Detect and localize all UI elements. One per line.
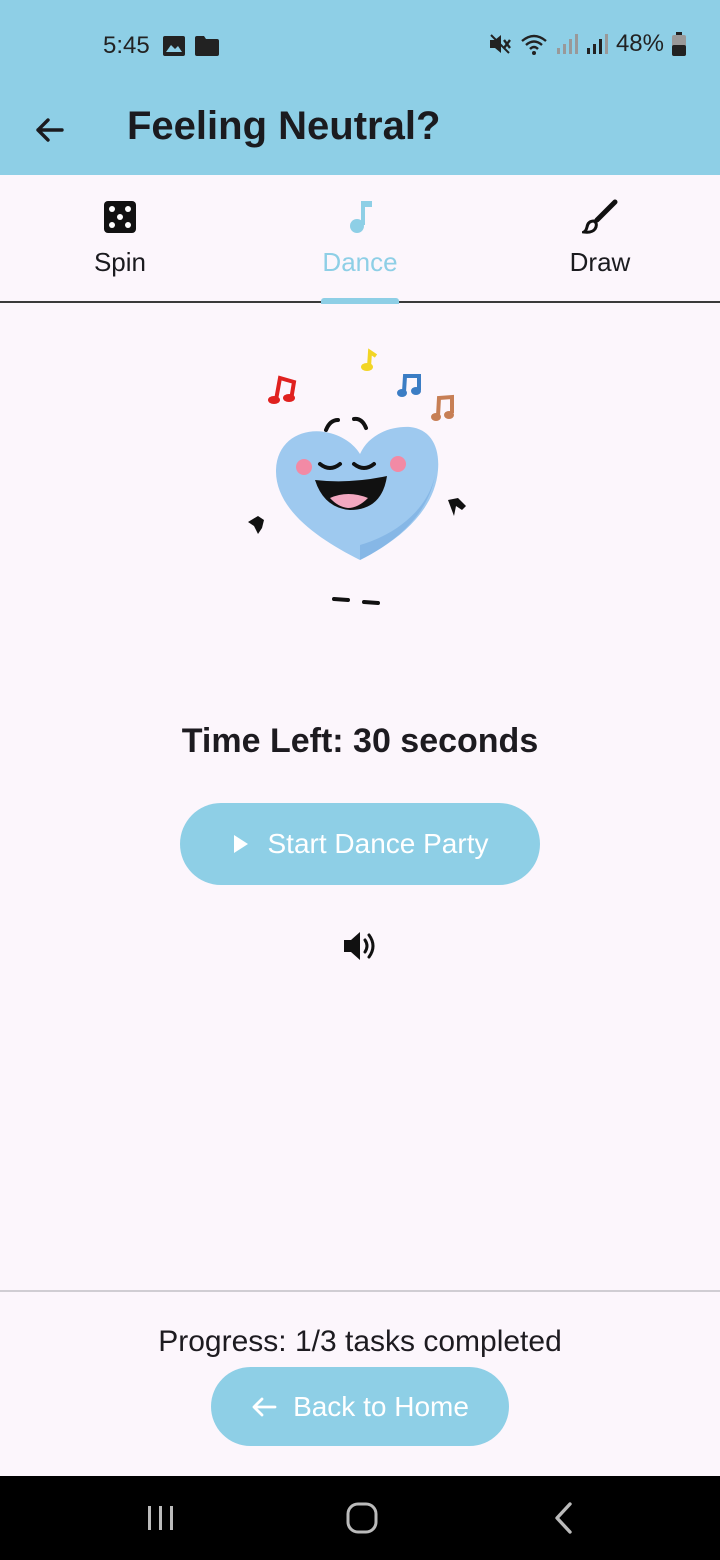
brush-icon	[582, 199, 618, 234]
music-note-icon	[350, 201, 372, 233]
system-nav-bar	[0, 1476, 720, 1560]
back-to-home-button[interactable]: Back to Home	[211, 1367, 509, 1446]
back-to-home-label: Back to Home	[293, 1390, 469, 1422]
arrow-left-icon[interactable]	[30, 110, 70, 150]
music-note-icon	[268, 375, 297, 404]
dancing-heart-illustration	[248, 348, 466, 605]
folder-icon	[195, 36, 219, 56]
recents-icon[interactable]	[141, 1498, 181, 1538]
start-dance-party-label: Start Dance Party	[267, 828, 489, 859]
home-icon[interactable]	[342, 1498, 382, 1538]
volume-icon[interactable]	[342, 928, 378, 964]
mute-icon	[489, 34, 511, 54]
battery-icon	[672, 32, 686, 56]
status-time: 5:45	[103, 32, 150, 59]
signal-icon	[586, 34, 608, 54]
time-left-text: Time Left: 30 seconds	[181, 722, 539, 760]
image-icon	[163, 36, 185, 56]
status-left-icons	[163, 36, 219, 56]
dice-icon	[104, 201, 136, 233]
wifi-icon	[521, 34, 547, 55]
tab-dance[interactable]: Dance	[240, 175, 480, 301]
signal-icon	[556, 34, 578, 54]
tab-label: Dance	[322, 247, 398, 277]
battery-percent: 48%	[615, 30, 664, 57]
status-right-icons: 48%	[488, 30, 686, 58]
play-icon	[233, 835, 248, 853]
start-dance-party-button[interactable]: Start Dance Party	[180, 803, 540, 885]
tab-label: Draw	[569, 247, 631, 277]
back-icon[interactable]	[544, 1498, 584, 1538]
footer-divider	[0, 1290, 720, 1292]
progress-text: Progress: 1/3 tasks completed	[158, 1325, 562, 1358]
music-note-icon	[397, 374, 421, 397]
music-note-icon	[431, 394, 454, 421]
arrow-left-icon	[252, 1397, 277, 1416]
tab-label: Spin	[93, 247, 147, 277]
page-title: Feeling Neutral?	[127, 104, 441, 148]
active-tab-indicator	[321, 298, 399, 304]
status-bar: 5:45 48%	[0, 0, 720, 92]
tab-bar: Spin Dance Draw	[0, 175, 720, 303]
music-note-icon	[361, 348, 378, 371]
app-bar: Feeling Neutral?	[0, 92, 720, 175]
tab-spin[interactable]: Spin	[0, 175, 240, 301]
tab-draw[interactable]: Draw	[480, 175, 720, 301]
